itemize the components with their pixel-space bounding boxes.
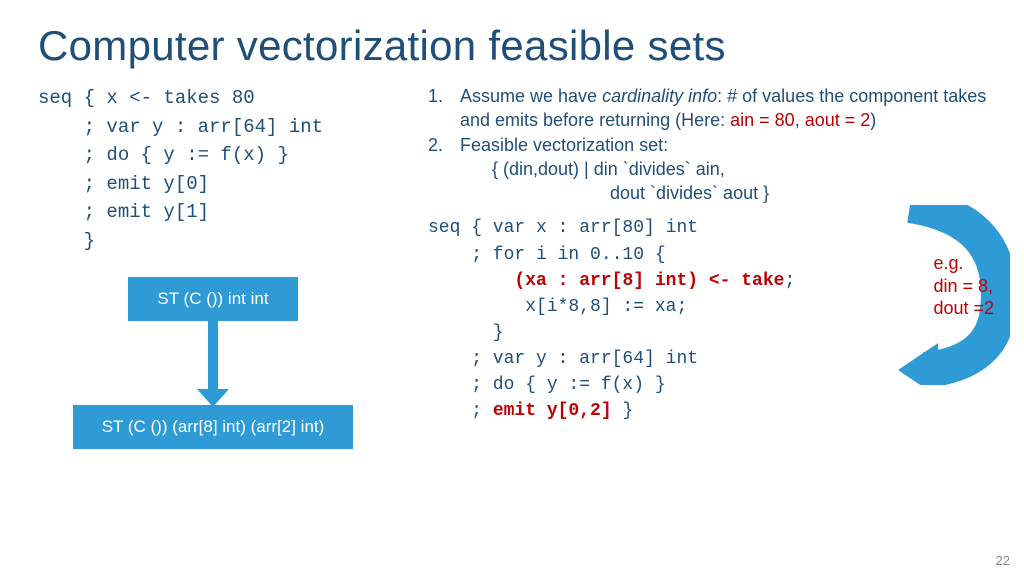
- annotation-l1: e.g.: [933, 252, 994, 275]
- flow-arrow-stem: [208, 321, 218, 391]
- flow-box-bottom: ST (C ()) (arr[8] int) (arr[2] int): [73, 405, 353, 449]
- list-number: 2.: [428, 133, 460, 206]
- slide-title: Computer vectorization feasible sets: [0, 0, 1024, 70]
- set-def-line2: dout `divides` aout }: [460, 181, 1000, 205]
- set-def-line1: { (din,dout) | din `divides` ain,: [460, 157, 1000, 181]
- code-l3: ; do { y := f(x) }: [38, 144, 289, 166]
- flow-box-top: ST (C ()) int int: [128, 277, 298, 321]
- list-item-2: 2. Feasible vectorization set: { (din,do…: [428, 133, 1000, 206]
- annotation-l3: dout =2: [933, 297, 994, 320]
- code-l3-pre: [428, 271, 514, 291]
- code-l3-post: ;: [784, 271, 795, 291]
- list-number: 1.: [428, 84, 460, 133]
- code-l8-post: }: [612, 401, 634, 421]
- code-l5: }: [428, 323, 504, 343]
- list-text: Feasible vectorization set: { (din,dout)…: [460, 133, 1000, 206]
- text: ): [870, 110, 876, 130]
- code-l8-highlight: emit y[0,2]: [493, 401, 612, 421]
- text: ,: [795, 110, 805, 130]
- code-l6: }: [38, 230, 95, 252]
- example-annotation: e.g. din = 8, dout =2: [933, 252, 994, 320]
- ain-value: ain = 80: [730, 110, 795, 130]
- code-l4: x[i*8,8] := xa;: [428, 297, 687, 317]
- annotation-l2: din = 8,: [933, 275, 994, 298]
- cardinality-info-term: cardinality info: [602, 86, 717, 106]
- flow-diagram: ST (C ()) int int ST (C ()) (arr[8] int)…: [38, 277, 368, 467]
- code-l7: ; do { y := f(x) }: [428, 375, 666, 395]
- page-number: 22: [996, 553, 1010, 568]
- text: Assume we have: [460, 86, 602, 106]
- numbered-list: 1. Assume we have cardinality info: # of…: [428, 84, 1000, 205]
- code-l6: ; var y : arr[64] int: [428, 349, 698, 369]
- code-l1: seq { x <- takes 80: [38, 87, 255, 109]
- aout-value: aout = 2: [805, 110, 871, 130]
- code-l3-highlight: (xa : arr[8] int) <- take: [514, 271, 784, 291]
- code-l1: seq { var x : arr[80] int: [428, 218, 698, 238]
- list-text: Assume we have cardinality info: # of va…: [460, 84, 1000, 133]
- code-l5: ; emit y[1]: [38, 201, 209, 223]
- code-l2: ; for i in 0..10 {: [428, 245, 666, 265]
- text: Feasible vectorization set:: [460, 135, 668, 155]
- list-item-1: 1. Assume we have cardinality info: # of…: [428, 84, 1000, 133]
- code-l4: ; emit y[0]: [38, 173, 209, 195]
- code-l2: ; var y : arr[64] int: [38, 116, 323, 138]
- code-block-original: seq { x <- takes 80 ; var y : arr[64] in…: [38, 84, 418, 255]
- code-l8-pre: ;: [428, 401, 493, 421]
- slide-content: seq { x <- takes 80 ; var y : arr[64] in…: [0, 70, 1024, 467]
- left-column: seq { x <- takes 80 ; var y : arr[64] in…: [38, 84, 418, 467]
